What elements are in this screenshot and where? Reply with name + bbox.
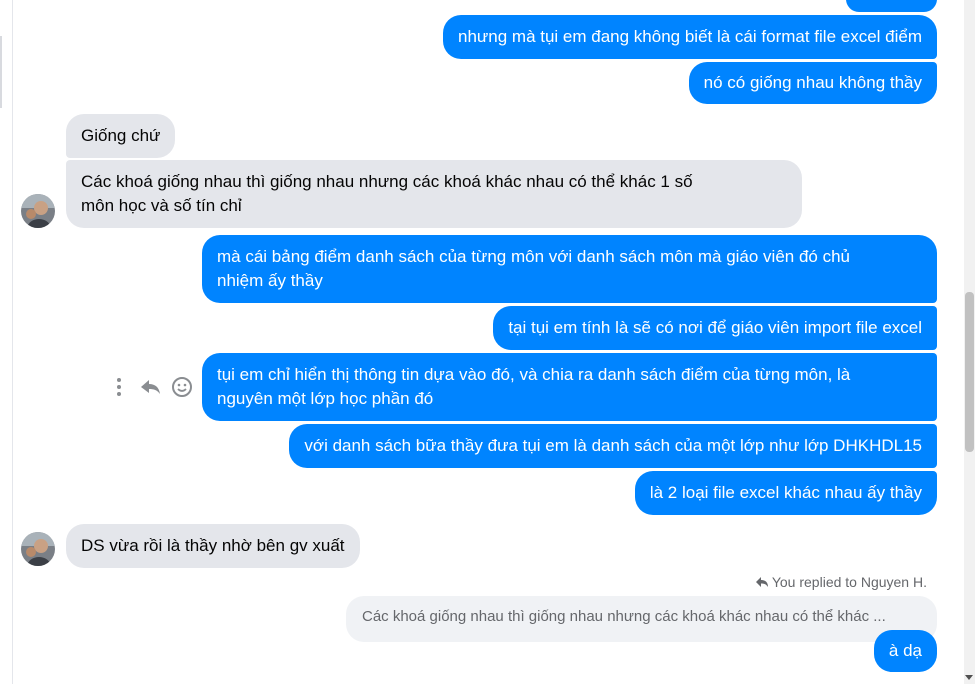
message-bubble-outgoing[interactable]: nhưng mà tụi em đang không biết là cái f… [442, 15, 937, 59]
message-text-line: tụi em chỉ hiển thị thông tin dựa vào đó… [217, 365, 851, 384]
avatar[interactable] [21, 194, 55, 228]
emoji-reaction-icon[interactable] [170, 374, 194, 400]
reply-icon[interactable] [138, 374, 162, 400]
avatar[interactable] [21, 532, 55, 566]
reply-quote[interactable]: Các khoá giống nhau thì giống nhau nhưng… [346, 596, 937, 642]
message-bubble-cropped[interactable] [846, 0, 937, 12]
message-text: Giống chứ [81, 126, 161, 145]
scrollbar-thumb[interactable] [965, 292, 974, 452]
message-bubble-incoming[interactable]: DS vừa rồi là thầy nhờ bên gv xuất [66, 524, 360, 568]
message-text-line: môn học và số tín chỉ [81, 196, 242, 215]
message-text: nhưng mà tụi em đang không biết là cái f… [457, 27, 922, 46]
message-bubble-outgoing[interactable]: tụi em chỉ hiển thị thông tin dựa vào đó… [202, 353, 937, 421]
scrollbar[interactable] [964, 0, 975, 684]
message-text: nó có giống nhau không thầy [703, 73, 922, 92]
reply-quote-text: Các khoá giống nhau thì giống nhau nhưng… [362, 608, 886, 625]
message-bubble-outgoing[interactable]: mà cái bảng điểm danh sách của từng môn … [202, 235, 937, 303]
reply-label-text: You replied to Nguyen H. [771, 574, 927, 590]
message-text-line: nguyên một lớp học phần đó [217, 389, 434, 408]
message-bubble-incoming[interactable]: Các khoá giống nhau thì giống nhau nhưng… [66, 160, 802, 228]
message-bubble-outgoing[interactable]: nó có giống nhau không thầy [688, 62, 937, 104]
message-text-line: nhiệm ấy thầy [217, 271, 323, 290]
message-actions [112, 374, 196, 400]
message-text: với danh sách bữa thầy đưa tụi em là dan… [304, 436, 922, 455]
message-text: là 2 loại file excel khác nhau ấy thầy [649, 483, 922, 502]
left-panel-edge [0, 0, 13, 684]
message-bubble-outgoing[interactable]: tại tụi em tính là sẽ có nơi để giáo viê… [493, 306, 937, 350]
scroll-down-arrow-icon[interactable] [965, 675, 973, 680]
reply-indicator: You replied to Nguyen H. [755, 573, 927, 591]
more-options-icon[interactable] [112, 374, 126, 400]
message-text: à dạ [888, 641, 922, 660]
message-text: DS vừa rồi là thầy nhờ bên gv xuất [81, 536, 345, 555]
message-text-line: Các khoá giống nhau thì giống nhau nhưng… [81, 172, 693, 191]
message-bubble-outgoing[interactable]: à dạ [873, 630, 937, 672]
message-bubble-outgoing[interactable]: là 2 loại file excel khác nhau ấy thầy [634, 471, 937, 515]
message-text: tại tụi em tính là sẽ có nơi để giáo viê… [508, 318, 922, 337]
reply-arrow-icon [755, 577, 768, 587]
message-bubble-incoming[interactable]: Giống chứ [66, 114, 176, 158]
message-text-line: mà cái bảng điểm danh sách của từng môn … [217, 247, 851, 266]
left-panel-indicator [0, 36, 2, 108]
message-bubble-outgoing[interactable]: với danh sách bữa thầy đưa tụi em là dan… [289, 424, 937, 468]
